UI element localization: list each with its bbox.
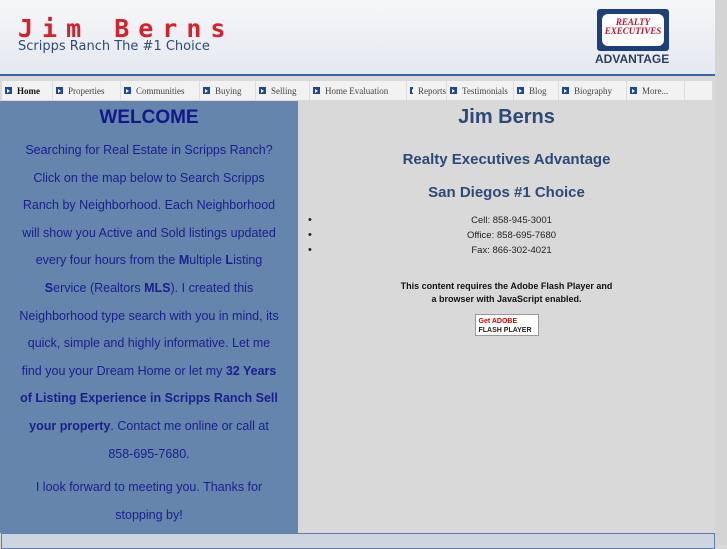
nav-item-home[interactable]: Home: [2, 81, 53, 100]
nav-item-selling[interactable]: Selling: [256, 81, 310, 100]
nav-item-communities[interactable]: Communities: [121, 81, 200, 100]
arrow-icon: [124, 87, 131, 94]
get-flash-player-button[interactable]: Get ADOBE FLASH PLAYER: [474, 314, 539, 336]
company-name: Realty Executives Advantage: [402, 151, 611, 168]
logo-subtitle: ADVANTAGE: [595, 52, 670, 66]
text-segment: Searching for Real Estate in Scripps Ran…: [22, 143, 276, 268]
realty-executives-logo[interactable]: REALTY EXECUTIVES: [597, 9, 669, 51]
nav-item-properties[interactable]: Properties: [53, 81, 121, 100]
arrow-icon: [313, 87, 320, 94]
welcome-closing: I look forward to meeting you. Thanks fo…: [35, 480, 263, 522]
contact-office: Office: 858-695-7680: [308, 228, 715, 243]
nav-item-testimonials[interactable]: Testimonials: [447, 81, 514, 100]
nav-item-home-evaluation[interactable]: Home Evaluation: [310, 81, 407, 100]
flash-notice: This content requires the Adobe Flash Pl…: [400, 281, 613, 336]
arrow-icon: [259, 87, 266, 94]
arrow-icon: [410, 87, 415, 94]
text-segment: M: [178, 253, 190, 268]
scrollbar[interactable]: [715, 0, 727, 545]
arrow-icon: [5, 87, 12, 94]
footer-bar: [1, 533, 715, 549]
arrow-icon: [450, 87, 457, 94]
site-tagline: Scripps Ranch The #1 Choice: [18, 39, 210, 54]
main-nav: Home Properties Communities Buying Selling Ho…: [2, 81, 712, 100]
nav-item-reports[interactable]: Reports: [407, 81, 447, 100]
welcome-text: Searching for Real Estate in Scripps Ran…: [18, 137, 280, 468]
welcome-panel: WELCOME Searching for Real Estate in Scr…: [0, 101, 298, 533]
site-header: Jim Berns Scripps Ranch The #1 Choice RE…: [0, 0, 715, 76]
nav-item-more[interactable]: More...: [627, 81, 685, 100]
arrow-icon: [56, 87, 63, 94]
text-segment: L: [225, 253, 234, 268]
nav-item-buying[interactable]: Buying: [200, 81, 256, 100]
arrow-icon: [203, 87, 210, 94]
text-segment: MLS: [144, 280, 171, 295]
text-segment: isting: [233, 253, 263, 268]
page-title: Jim Berns: [458, 106, 555, 128]
main-content: Jim Berns Realty Executives Advantage Sa…: [298, 101, 715, 336]
arrow-icon: [517, 87, 524, 94]
arrow-icon: [562, 87, 569, 94]
slogan: San Diegos #1 Choice: [428, 184, 585, 201]
contact-fax: Fax: 866-302-4021: [308, 243, 715, 258]
text-segment: S: [44, 280, 54, 295]
arrow-icon: [630, 87, 637, 94]
contact-cell: Cell: 858-945-3001: [308, 213, 715, 228]
welcome-title: WELCOME: [99, 107, 199, 128]
text-segment: . Contact me online or call at 858-695-7…: [108, 418, 269, 461]
text-segment: ultiple: [189, 253, 226, 268]
nav-item-blog[interactable]: Blog: [514, 81, 559, 100]
nav-item-biography[interactable]: Biography: [559, 81, 627, 100]
text-segment: ervice (Realtors: [53, 280, 145, 295]
contact-list: Cell: 858-945-3001 Office: 858-695-7680 …: [298, 213, 715, 258]
